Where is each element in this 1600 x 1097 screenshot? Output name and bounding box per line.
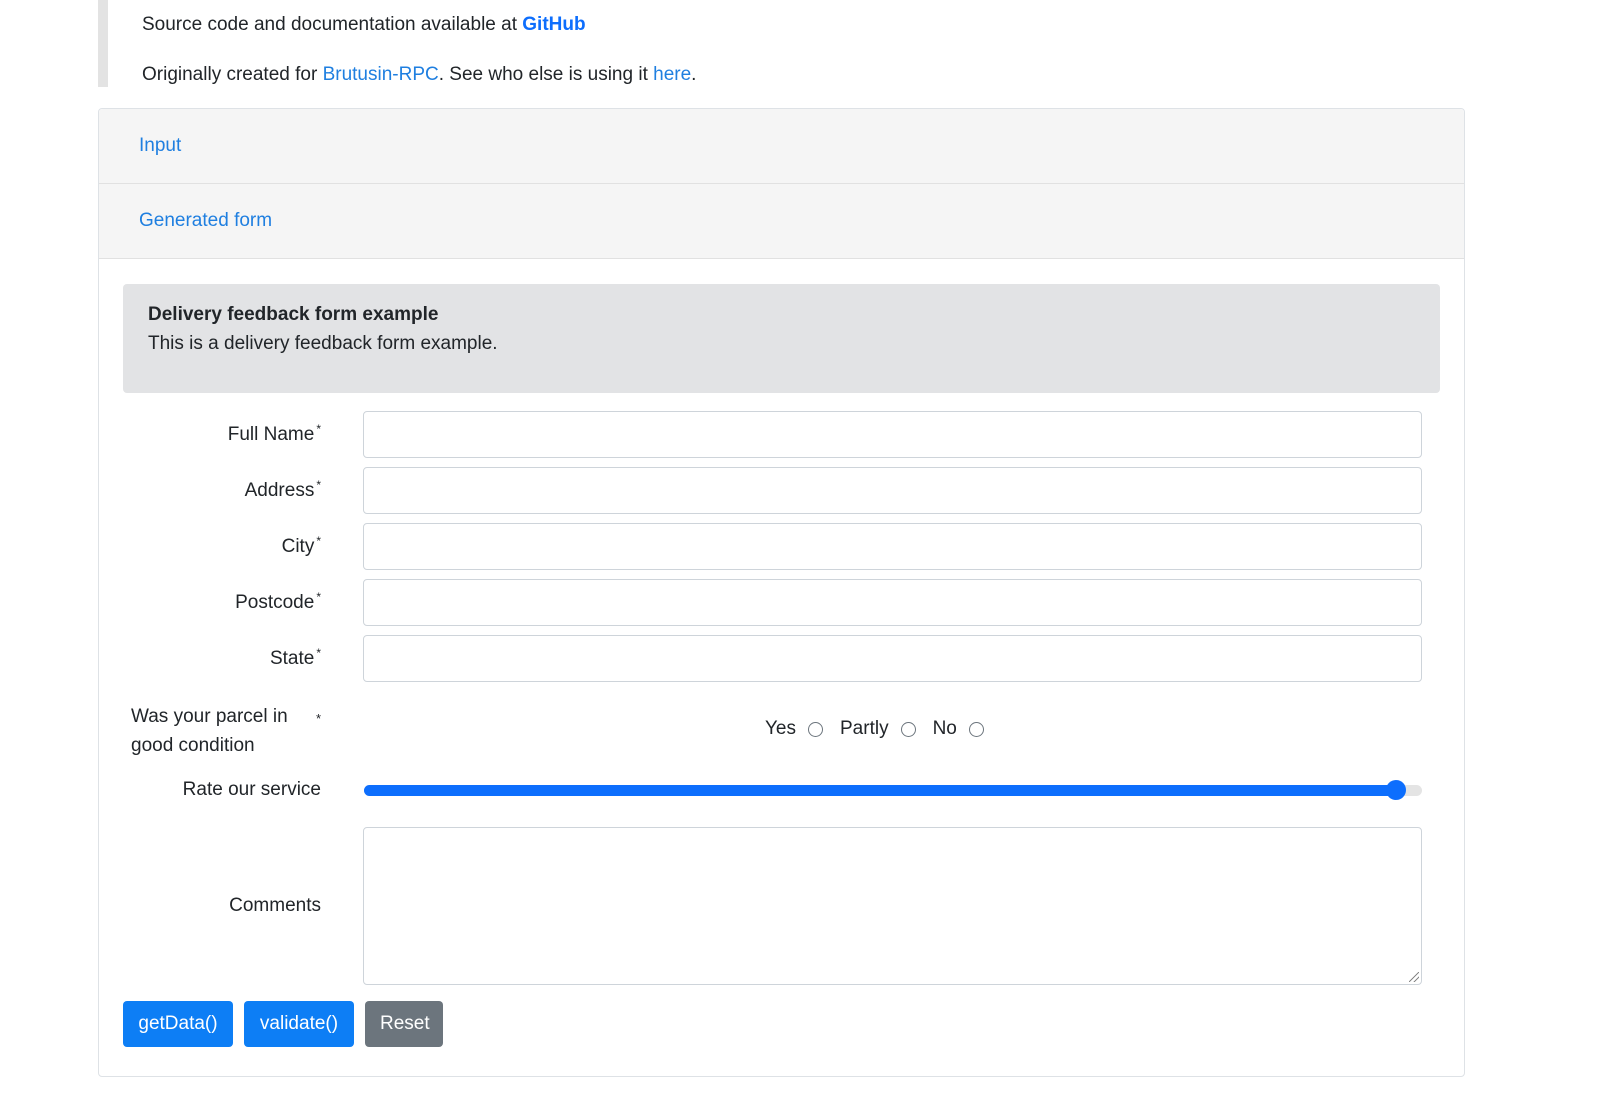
- rating-slider[interactable]: [364, 780, 1422, 800]
- postcode-label: Postcode *: [235, 590, 321, 613]
- generated-form-panel-link[interactable]: Generated form: [139, 209, 272, 233]
- full-name-input[interactable]: [363, 411, 1422, 458]
- parcel-condition-radio-group: Yes Partly No: [765, 714, 1001, 744]
- intro-blockquote: Source code and documentation available …: [98, 0, 1198, 87]
- full-name-label: Full Name *: [227, 422, 321, 445]
- radio-option-yes[interactable]: Yes: [765, 718, 823, 740]
- intro-line-origin: Originally created for Brutusin-RPC. See…: [142, 63, 696, 87]
- rating-slider-thumb[interactable]: [1385, 780, 1406, 800]
- radio-yes-button[interactable]: [808, 721, 823, 737]
- brutusin-rpc-link[interactable]: Brutusin-RPC: [323, 64, 439, 85]
- required-marker: *: [316, 478, 321, 492]
- form-heading: Delivery feedback form example This is a…: [123, 284, 1440, 393]
- rating-slider-fill: [364, 785, 1396, 796]
- intro-origin-suffix: .: [691, 64, 697, 85]
- required-marker: *: [316, 646, 321, 660]
- radio-no-label: No: [932, 718, 957, 739]
- radio-partly-button[interactable]: [900, 721, 916, 737]
- radio-yes-label: Yes: [765, 718, 796, 739]
- required-marker: *: [315, 711, 321, 726]
- here-link[interactable]: here: [653, 64, 691, 85]
- address-input[interactable]: [363, 467, 1422, 514]
- radio-no-button[interactable]: [968, 721, 984, 737]
- form-description: This is a delivery feedback form example…: [148, 333, 498, 354]
- radio-option-partly[interactable]: Partly: [840, 718, 916, 740]
- state-input[interactable]: [363, 635, 1422, 682]
- get-data-button[interactable]: getData(): [123, 1001, 233, 1047]
- address-label: Address *: [244, 478, 321, 501]
- accordion-card: Input Generated form Delivery feedback f…: [98, 108, 1465, 1077]
- github-link[interactable]: GitHub: [522, 14, 585, 35]
- accordion-header-generated-form[interactable]: Generated form: [99, 184, 1464, 259]
- validate-button[interactable]: validate(): [244, 1001, 354, 1047]
- comments-label: Comments: [229, 895, 321, 916]
- rating-label: Rate our service: [182, 779, 321, 800]
- state-label: State *: [269, 646, 321, 669]
- comments-textarea[interactable]: [363, 827, 1422, 985]
- required-marker: *: [316, 590, 321, 604]
- required-marker: *: [316, 422, 321, 436]
- input-panel-link[interactable]: Input: [139, 134, 181, 158]
- accordion-header-input[interactable]: Input: [99, 109, 1464, 184]
- parcel-condition-label: Was your parcel in good condition *: [131, 706, 321, 756]
- postcode-input[interactable]: [363, 579, 1422, 626]
- intro-line-source: Source code and documentation available …: [142, 13, 586, 37]
- city-label: City *: [281, 534, 321, 557]
- radio-option-no[interactable]: No: [933, 718, 984, 740]
- form-title: Delivery feedback form example: [148, 304, 439, 325]
- intro-source-text: Source code and documentation available …: [142, 14, 523, 35]
- intro-origin-middle: . See who else is using it: [438, 64, 654, 85]
- radio-partly-label: Partly: [840, 718, 889, 739]
- city-input[interactable]: [363, 523, 1422, 570]
- intro-origin-prefix: Originally created for: [142, 64, 323, 85]
- required-marker: *: [316, 534, 321, 548]
- resize-grip-icon[interactable]: [1409, 972, 1419, 982]
- reset-button[interactable]: Reset: [365, 1001, 443, 1047]
